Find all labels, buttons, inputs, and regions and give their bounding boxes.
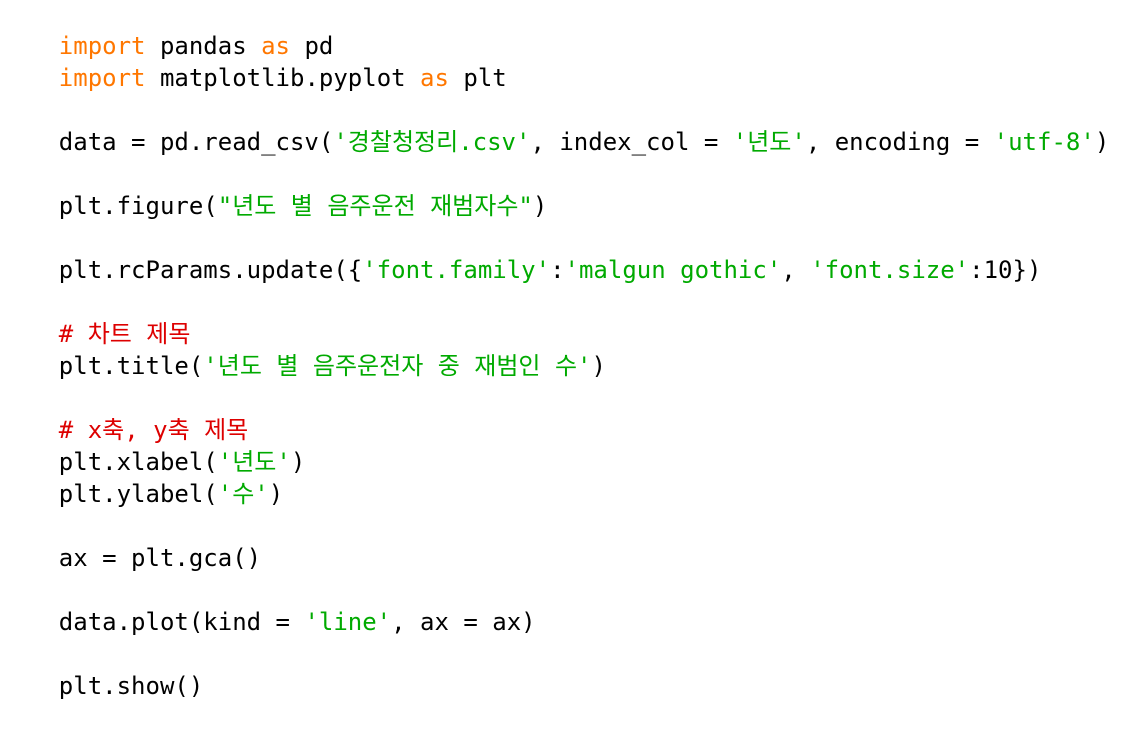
code-token: plt.ylabel( xyxy=(58,480,218,508)
code-token: ) xyxy=(591,352,606,380)
code-token: 'utf-8' xyxy=(993,128,1095,156)
code-token: 'font.family' xyxy=(362,256,551,284)
code-token: data = pd.read_csv( xyxy=(58,128,334,156)
code-line: ax = plt.gca() xyxy=(1,510,1121,572)
code-token: : xyxy=(550,256,565,284)
code-token: data.plot(kind = xyxy=(58,608,305,636)
code-token: ) xyxy=(268,480,284,508)
code-token: pd xyxy=(290,32,334,60)
code-token: "년도 별 음주운전 재범자수" xyxy=(217,192,533,220)
code-line: data.plot(kind = 'line', ax = ax) xyxy=(1,574,1121,636)
code-token: '수' xyxy=(217,480,269,508)
code-token: # 차트 제목 xyxy=(58,320,191,348)
code-comment-line: # 차트 제목 xyxy=(1,286,1121,348)
code-token: plt xyxy=(448,64,507,92)
code-token: ) xyxy=(1094,128,1110,156)
code-token: matplotlib.pyplot xyxy=(145,64,421,92)
code-token: 'malgun gothic' xyxy=(564,256,782,284)
code-line: import pandas as pd xyxy=(1,0,1121,60)
code-token: , ax = ax) xyxy=(391,608,536,636)
code-line: plt.show() xyxy=(1,638,1121,700)
code-token: plt.xlabel( xyxy=(58,448,218,476)
code-token: ) xyxy=(290,448,306,476)
code-editor[interactable]: import pandas as pd import matplotlib.py… xyxy=(1,0,1121,700)
code-token: plt.figure( xyxy=(58,192,218,220)
code-token: ) xyxy=(532,192,548,220)
code-token: plt.rcParams.update({ xyxy=(58,256,363,284)
code-token: pandas xyxy=(145,32,262,60)
code-token: # x축, y축 제목 xyxy=(58,416,249,444)
code-token: :10}) xyxy=(969,256,1042,284)
code-token: , encoding = xyxy=(805,128,994,156)
code-line: plt.figure("년도 별 음주운전 재범자수") xyxy=(1,158,1121,220)
code-token: ax = plt.gca() xyxy=(58,544,262,572)
code-token: import xyxy=(58,32,146,60)
code-line: plt.rcParams.update({'font.family':'malg… xyxy=(1,222,1121,284)
code-token: as xyxy=(261,32,290,60)
code-token: 'font.size' xyxy=(810,256,970,284)
code-token: plt.title( xyxy=(58,352,204,380)
code-token: , xyxy=(781,256,811,284)
code-comment-line: # x축, y축 제목 xyxy=(1,382,1121,444)
code-token: '년도 별 음주운전자 중 재범인 수' xyxy=(203,352,592,380)
code-token: '년도' xyxy=(732,128,806,156)
code-token: '년도' xyxy=(217,448,291,476)
code-token: '경찰청정리.csv' xyxy=(333,128,531,156)
code-token: as xyxy=(420,64,449,92)
code-token: import xyxy=(58,64,146,92)
code-token: 'line' xyxy=(304,608,392,636)
code-line: data = pd.read_csv('경찰청정리.csv', index_co… xyxy=(1,94,1121,156)
code-token: plt.show() xyxy=(58,672,204,700)
code-token: , index_col = xyxy=(530,128,733,156)
